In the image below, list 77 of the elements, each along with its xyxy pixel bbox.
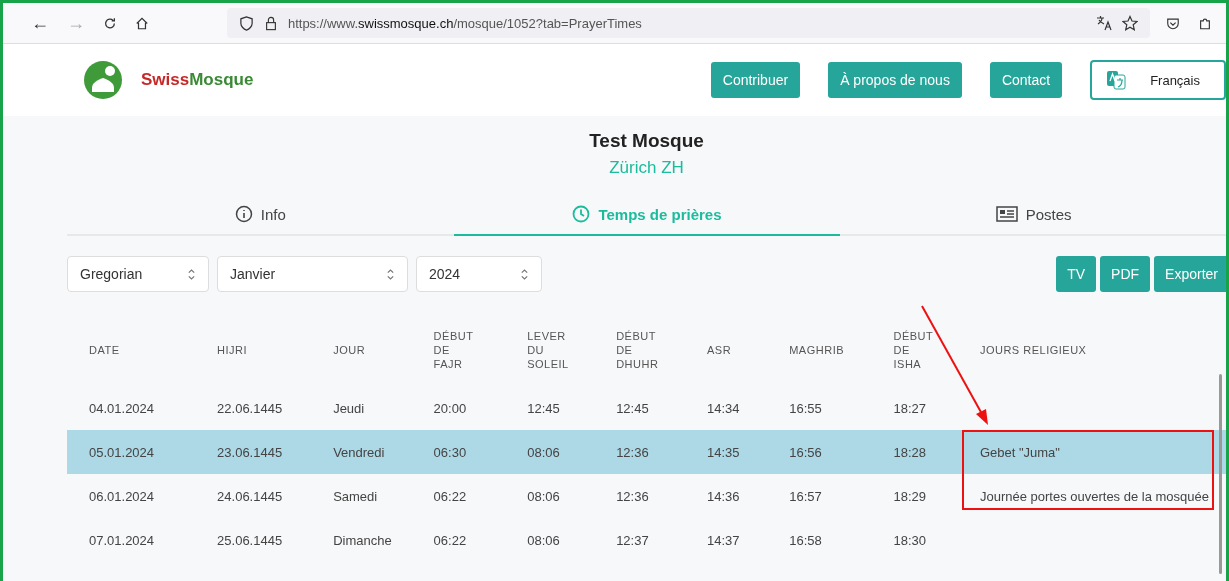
select-field[interactable]: Janvier [217,256,408,292]
table-cell: Journée portes ouvertes de la mosquée [979,488,1209,504]
column-header: DATE [89,343,120,357]
column-header: JOUR [333,343,366,357]
table-cell: Dimanche [333,532,392,548]
table-cell: Samedi [333,488,378,504]
table-cell: 16:56 [789,444,822,460]
table-cell: 12:45 [616,400,649,416]
table-cell: 23.06.1445 [217,444,283,460]
table-cell: 14:34 [707,400,740,416]
table-cell: 06.01.2024 [89,488,155,504]
table-cell: Gebet "Juma" [979,444,1060,460]
language-button[interactable]: Français [1090,60,1226,100]
lock-icon [263,15,278,31]
table-cell: 18:30 [893,532,927,548]
address-bar[interactable]: https://www.swissmosque.ch/mosque/1052?tab=PrayerTimes [226,8,1151,38]
table-cell: 07.01.2024 [89,532,155,548]
table-cell: 16:58 [789,532,822,548]
select-field[interactable]: 2024 [416,256,542,292]
column-header: HIJRI [217,343,248,357]
table-cell: 18:29 [893,488,927,504]
table-cell: 25.06.1445 [217,532,283,548]
select-field[interactable]: Gregorian [67,256,209,292]
table-row[interactable]: 06.01.2024 24.06.1445 Samedi 06:22 08:06 12:36 14:36 16:57 18:29 Journée portes ouvertes de la mosquée [67,474,1226,518]
table-cell: 16:55 [789,400,822,416]
table-cell: 14:35 [707,444,740,460]
chevron-updown-icon [520,267,529,281]
brand-name[interactable]: SwissMosque [141,70,254,90]
translate-icon [1106,70,1127,90]
table-cell: 04.01.2024 [89,400,155,416]
mosque-location: Zürich ZH [609,158,684,178]
column-header: ASR [707,343,732,357]
mosque-name: Test Mosque [589,130,704,152]
table-cell: 22.06.1445 [217,400,283,416]
table-cell: 12:36 [616,488,649,504]
table-cell: 06:30 [433,444,467,460]
column-header: JOURS RELIGIEUX [979,343,1087,357]
table-row[interactable]: 04.01.2024 22.06.1445 Jeudi 20:00 12:45 12:45 14:34 16:55 18:27 [67,386,1226,430]
table-cell: 12:37 [616,532,649,548]
shield-icon [238,15,254,31]
tab[interactable]: Info [67,194,454,236]
table-cell: 24.06.1445 [217,488,283,504]
table-row[interactable]: 07.01.2024 25.06.1445 Dimanche 06:22 08:06 12:37 14:37 16:58 18:30 [67,518,1226,562]
table-cell: 12:36 [616,444,649,460]
table-cell: 08:06 [527,532,560,548]
table-cell: 14:37 [707,532,740,548]
column-header: MAGHRIB [789,343,845,357]
table-cell: 05.01.2024 [89,444,155,460]
chevron-updown-icon [187,267,196,281]
newspaper-icon [995,206,1018,222]
table-cell: 12:45 [527,400,560,416]
translate-icon[interactable] [1096,15,1113,31]
table-cell: Jeudi [333,400,365,416]
table-cell: 06:22 [433,488,467,504]
column-header: DÉBUT DE ISHA [893,329,934,371]
table-cell: 14:36 [707,488,740,504]
table-cell: Vendredi [333,444,385,460]
table-cell: 18:28 [893,444,927,460]
table-cell: 18:27 [893,400,927,416]
tab[interactable]: Postes [840,194,1226,236]
column-header: DÉBUT DE FAJR [433,329,474,371]
back-button[interactable]: ← [31,12,49,34]
reload-icon[interactable] [103,15,117,31]
table-cell: 06:22 [433,532,467,548]
column-header: LEVER DU SOLEIL [527,329,569,371]
table-cell: 20:00 [433,400,467,416]
clock-icon [572,205,591,223]
column-header: DÉBUT DE DHUHR [616,329,659,371]
table-cell: 08:06 [527,488,560,504]
table-cell: 16:57 [789,488,822,504]
info-icon [234,205,253,223]
chevron-updown-icon [386,267,395,281]
star-icon[interactable] [1122,15,1139,31]
home-icon[interactable] [134,15,149,31]
scrollbar[interactable] [1219,374,1222,574]
url-text: https://www.swissmosque.ch/mosque/1052?tab=PrayerTimes [287,15,642,31]
table-cell: 08:06 [527,444,560,460]
